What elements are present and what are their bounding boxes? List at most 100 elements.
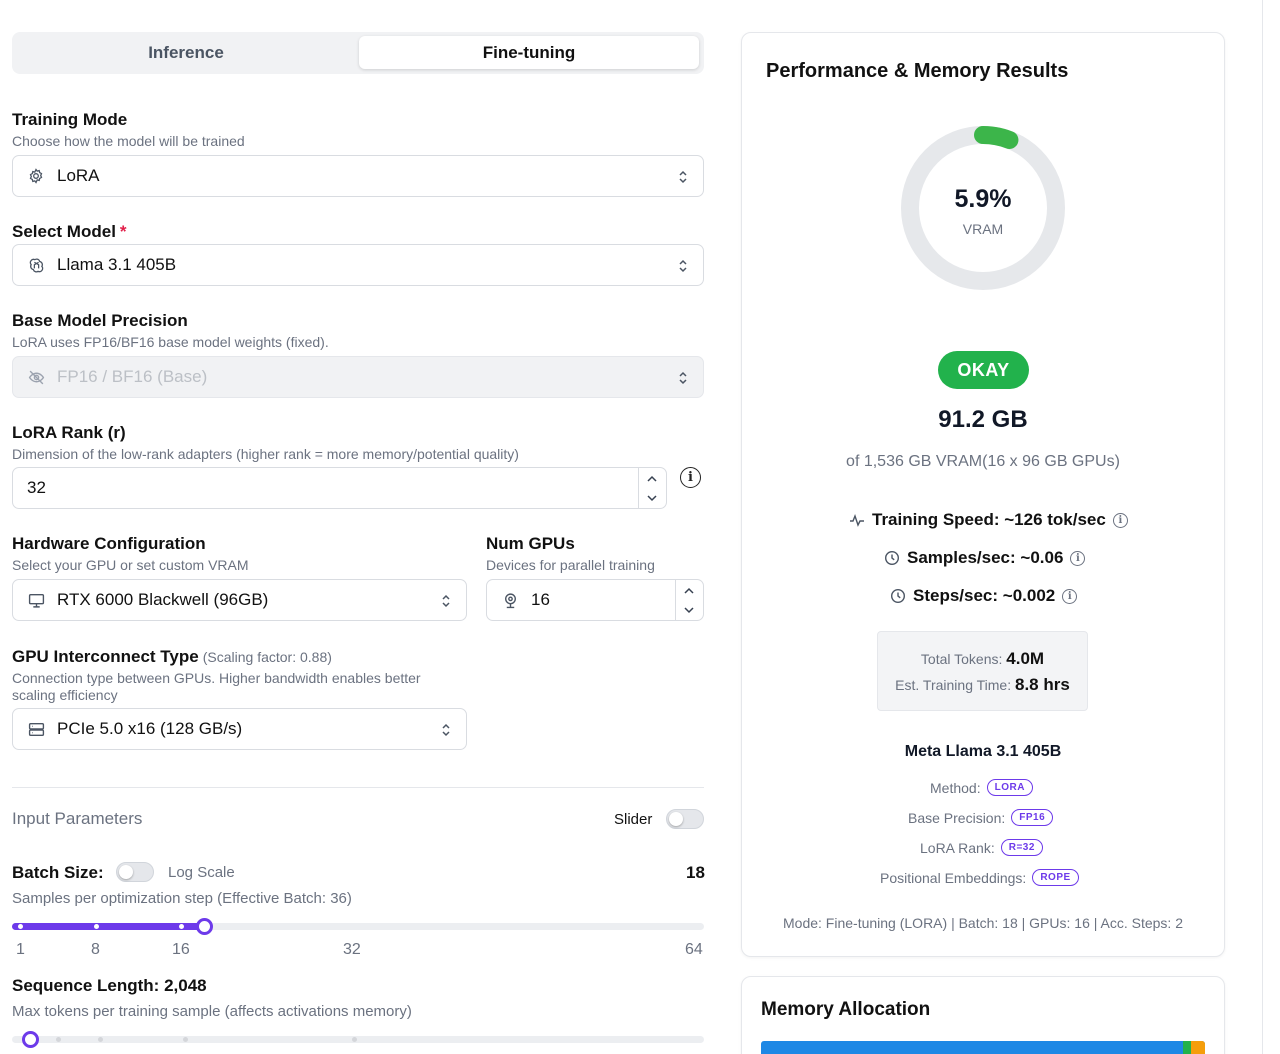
- num-gpus-label: Num GPUs: [486, 534, 575, 553]
- toggle-knob: [119, 865, 133, 879]
- info-icon[interactable]: i: [1070, 550, 1086, 566]
- hardware-desc: Select your GPU or set custom VRAM: [12, 557, 249, 573]
- memory-allocation-bar: [761, 1041, 1205, 1054]
- chevron-updown-icon: [679, 371, 687, 385]
- slider-tick: [98, 1037, 103, 1042]
- batch-slider-fill: [12, 923, 204, 930]
- batch-tick-label: 32: [343, 941, 361, 958]
- scrollbar[interactable]: [1262, 0, 1263, 1054]
- batch-tick-label: 16: [172, 941, 190, 958]
- num-gpus-input[interactable]: 16: [486, 579, 704, 621]
- lora-rank-row: LoRA Rank: R=32: [920, 839, 1043, 856]
- toggle-knob: [669, 812, 683, 826]
- slider-toggle[interactable]: [666, 809, 704, 829]
- method-badge: LORA: [986, 779, 1033, 796]
- select-model-label: Select Model *: [12, 222, 127, 241]
- precision-desc: LoRA uses FP16/BF16 base model weights (…: [12, 334, 329, 350]
- hardware-label: Hardware Configuration: [12, 534, 206, 553]
- chevron-up-icon[interactable]: [645, 472, 659, 486]
- rank-badge: R=32: [1000, 839, 1043, 856]
- info-icon[interactable]: i: [1112, 512, 1128, 528]
- training-mode-select[interactable]: LoRA: [12, 155, 704, 197]
- interconnect-value: PCIe 5.0 x16 (128 GB/s): [57, 719, 243, 738]
- training-mode-value: LoRA: [57, 166, 100, 185]
- gpu-value: RTX 6000 Blackwell (96GB): [57, 590, 269, 609]
- batch-slider-thumb[interactable]: [195, 918, 213, 935]
- model-value: Llama 3.1 405B: [57, 255, 177, 274]
- base-precision-row: Base Precision: FP16: [908, 809, 1054, 826]
- sequence-length-label: Sequence Length: 2,048: [12, 976, 207, 995]
- pos-emb-badge: ROPE: [1032, 869, 1079, 886]
- memory-allocation-title: Memory Allocation: [761, 999, 931, 1020]
- num-gpus-desc: Devices for parallel training: [486, 557, 655, 573]
- num-gpus-stepper[interactable]: [675, 580, 703, 620]
- lora-rank-stepper[interactable]: [638, 468, 666, 508]
- chevron-up-icon[interactable]: [682, 584, 696, 598]
- batch-size-label: Batch Size:: [12, 863, 104, 882]
- bar-segment: [1191, 1041, 1205, 1054]
- tab-fine-tuning[interactable]: Fine-tuning: [359, 36, 699, 69]
- mode-tabs: Inference Fine-tuning: [12, 32, 704, 74]
- model-name: Meta Llama 3.1 405B: [904, 743, 1062, 760]
- slider-tick: [179, 924, 184, 929]
- gpu-select[interactable]: RTX 6000 Blackwell (96GB): [12, 579, 467, 621]
- chevron-updown-icon: [442, 594, 450, 608]
- num-gpus-value: 16: [531, 590, 550, 609]
- training-summary: Total Tokens: 4.0M Est. Training Time: 8…: [877, 631, 1088, 711]
- model-select[interactable]: Llama 3.1 405B: [12, 244, 704, 286]
- lora-rank-input[interactable]: 32: [12, 467, 667, 509]
- gauge-percent: 5.9%: [954, 185, 1012, 213]
- slider-tick: [56, 1037, 61, 1042]
- bar-segment: [1183, 1041, 1191, 1054]
- pos-emb-row: Positional Embeddings: ROPE: [880, 869, 1079, 886]
- batch-size-slider[interactable]: [12, 918, 704, 935]
- slider-mode-label: Slider: [614, 811, 653, 828]
- eye-off-icon: [27, 368, 45, 386]
- activity-icon: [850, 513, 864, 527]
- gauge-label: VRAM: [962, 221, 1004, 237]
- training-mode-desc: Choose how the model will be trained: [12, 133, 245, 149]
- section-divider: [12, 787, 704, 788]
- slider-tick: [183, 1037, 188, 1042]
- results-footer: Mode: Fine-tuning (LORA) | Batch: 18 | G…: [783, 915, 1183, 931]
- samples-per-sec: Samples/sec: ~0.06 i: [884, 548, 1086, 568]
- input-params-title: Input Parameters: [12, 809, 143, 828]
- precision-value: FP16 / BF16 (Base): [57, 367, 208, 386]
- est-training-time: Est. Training Time: 8.8 hrs: [895, 675, 1070, 694]
- chevron-updown-icon: [679, 259, 687, 273]
- chevron-down-icon[interactable]: [682, 603, 696, 617]
- info-icon[interactable]: i: [1062, 588, 1078, 604]
- training-speed: Training Speed: ~126 tok/sec i: [849, 510, 1128, 530]
- batch-tick-label: 1: [16, 941, 25, 958]
- precision-badge: FP16: [1011, 809, 1054, 826]
- server-icon: [27, 720, 45, 738]
- interconnect-select[interactable]: PCIe 5.0 x16 (128 GB/s): [12, 708, 467, 750]
- slider-tick: [94, 924, 99, 929]
- steps-per-sec: Steps/sec: ~0.002 i: [890, 586, 1078, 606]
- log-scale-toggle[interactable]: [116, 862, 154, 882]
- tab-inference[interactable]: Inference: [16, 36, 356, 69]
- status-badge: OKAY: [938, 351, 1029, 389]
- openai-icon: [27, 256, 45, 274]
- chevron-down-icon[interactable]: [645, 491, 659, 505]
- slider-tick: [18, 924, 23, 929]
- precision-select: FP16 / BF16 (Base): [12, 356, 704, 398]
- batch-size-value: 18: [686, 863, 705, 882]
- slider-tick: [352, 1037, 357, 1042]
- batch-tick-label: 64: [685, 941, 703, 958]
- webcam-icon: [501, 591, 519, 609]
- precision-label: Base Model Precision: [12, 311, 188, 330]
- total-tokens: Total Tokens: 4.0M: [920, 649, 1045, 668]
- sequence-length-desc: Max tokens per training sample (affects …: [12, 1003, 412, 1020]
- lora-rank-label: LoRA Rank (r): [12, 423, 126, 442]
- interconnect-desc-2: scaling efficiency: [12, 687, 118, 703]
- sequence-length-slider[interactable]: [12, 1031, 704, 1048]
- gear-icon: [27, 167, 45, 185]
- batch-tick-label: 8: [91, 941, 100, 958]
- clock-icon: [884, 550, 900, 566]
- batch-size-desc: Samples per optimization step (Effective…: [12, 890, 352, 907]
- sequence-slider-thumb[interactable]: [21, 1031, 39, 1048]
- log-scale-label: Log Scale: [168, 864, 235, 881]
- info-icon[interactable]: i: [680, 467, 701, 488]
- memory-used: 91.2 GB: [938, 406, 1028, 433]
